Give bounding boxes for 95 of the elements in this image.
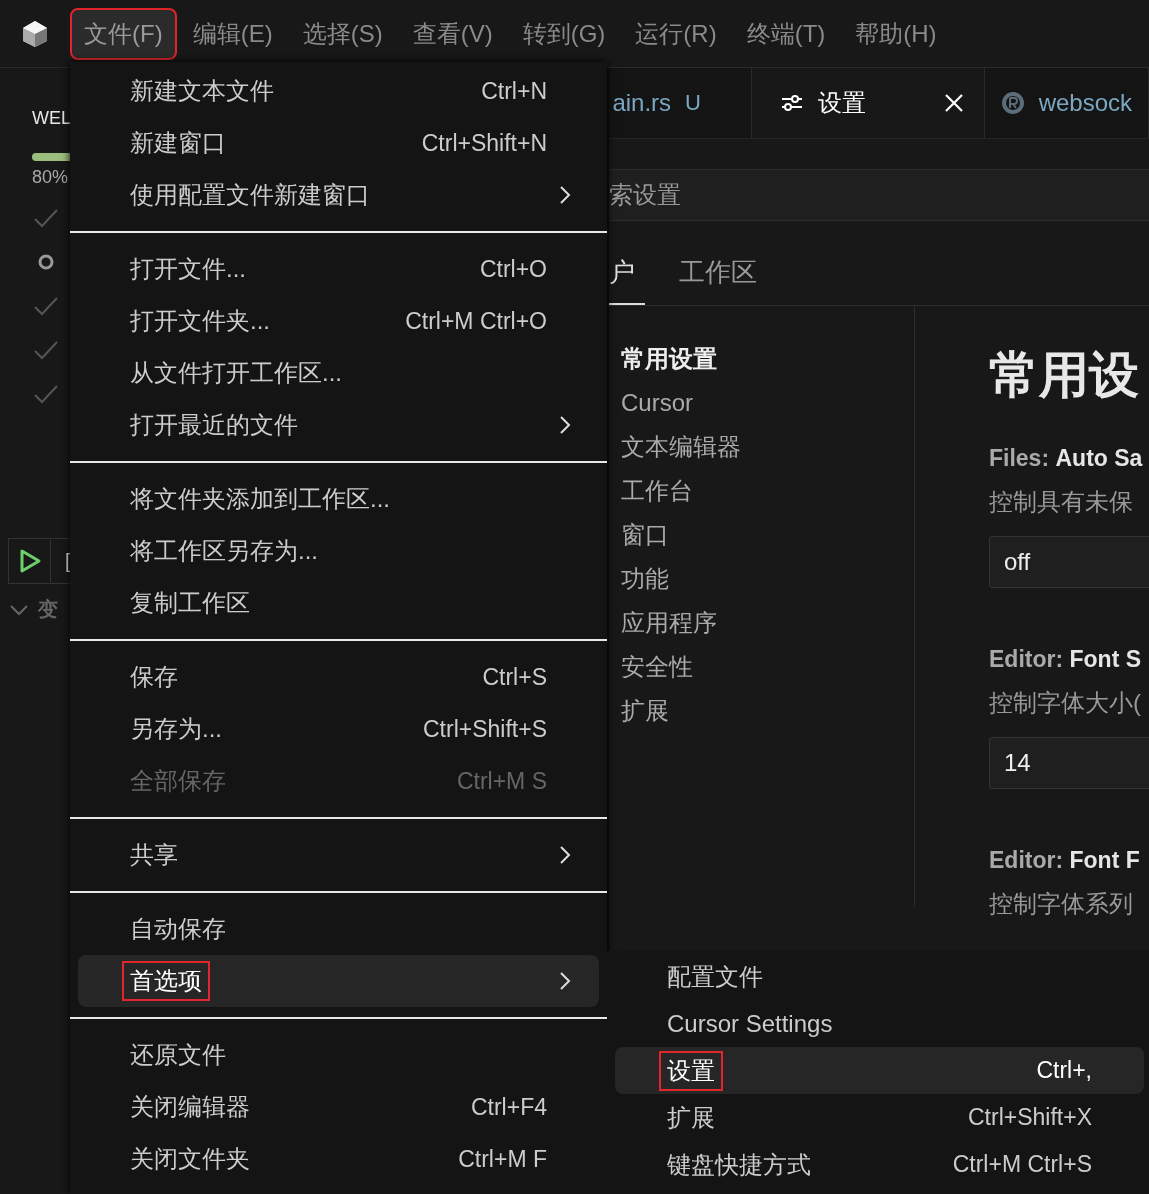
setting-input[interactable]: 14	[989, 737, 1149, 789]
menu-item[interactable]: 共享	[78, 829, 599, 881]
menu-item[interactable]: 自动保存	[78, 903, 599, 955]
shortcut-label: Ctrl+O	[479, 255, 547, 283]
menu-item-label: 打开文件夹...	[129, 306, 271, 336]
shortcut-label: Ctrl+Shift+N	[421, 129, 547, 157]
setting-title: Files: Auto Sa	[989, 445, 1143, 472]
menu-item-label: 键盘快捷方式	[666, 1149, 812, 1180]
menu-item-label: 打开文件...	[129, 254, 247, 284]
menu-item[interactable]: 键盘快捷方式 Ctrl+M Ctrl+S	[615, 1141, 1144, 1188]
setting-description: 控制字体系列	[989, 889, 1133, 919]
menu-item[interactable]: 扩展 Ctrl+Shift+X	[615, 1094, 1144, 1141]
menu-item-label: 自动保存	[129, 914, 227, 944]
progress-reading: 80%	[32, 167, 69, 188]
menu-item[interactable]: 另存为... Ctrl+Shift+S	[78, 703, 599, 755]
menu-bar-item[interactable]: 选择(S)	[290, 9, 395, 58]
scope-tab[interactable]: 工作区	[679, 241, 767, 305]
editor-tab[interactable]: 设置	[752, 68, 985, 138]
settings-nav-item[interactable]: 应用程序	[621, 606, 914, 640]
menu-item-label: 另存为...	[129, 714, 223, 744]
menu-item[interactable]: 打开最近的文件	[78, 399, 599, 451]
gear-letter-icon	[1000, 91, 1025, 115]
menu-item-label: 配置文件	[666, 961, 764, 992]
settings-nav-item[interactable]: 安全性	[621, 650, 914, 684]
menu-bar-item[interactable]: 帮助(H)	[843, 9, 949, 58]
menu-item-label: 扩展	[666, 1102, 716, 1133]
menu-item-label: 复制工作区	[129, 588, 251, 618]
menu-item-label: 使用配置文件新建窗口	[129, 180, 371, 210]
search-field[interactable]: 索设置	[609, 169, 1149, 221]
menu-item-label: 从文件打开工作区...	[129, 358, 343, 388]
setting-title: Editor: Font S	[989, 646, 1142, 673]
menu-bar-item[interactable]: 文件(F)	[72, 9, 175, 58]
setting-description: 控制具有未保	[989, 487, 1133, 517]
menu-item-label: 全部保存	[129, 766, 227, 796]
menu-item[interactable]: 从文件打开工作区...	[78, 347, 599, 399]
menu-item[interactable]: 关闭编辑器 Ctrl+F4	[78, 1081, 599, 1133]
shortcut-label: Ctrl+Shift+S	[423, 715, 547, 743]
menu-item[interactable]: 将工作区另存为...	[78, 525, 599, 577]
menu-item-label: 设置	[661, 1052, 721, 1089]
settings-nav-item[interactable]: 常用设置	[621, 342, 914, 376]
settings-nav-item[interactable]: 功能	[621, 562, 914, 596]
menu-item[interactable]: 首选项	[78, 955, 599, 1007]
menu-item-label: 首选项	[124, 963, 208, 999]
menu-bar-item[interactable]: 终端(T)	[734, 9, 838, 58]
menu-item-label: 新建窗口	[129, 128, 227, 158]
menu-item-label: 保存	[129, 662, 179, 692]
settings-nav-item[interactable]: 扩展	[621, 694, 914, 728]
menu-item-label: 还原文件	[129, 1040, 227, 1070]
menu-item[interactable]: 保存 Ctrl+S	[78, 651, 599, 703]
settings-nav-item[interactable]: Cursor	[621, 386, 914, 420]
menu-item-label: 将文件夹添加到工作区...	[129, 484, 391, 514]
menu-item[interactable]: 配置文件	[615, 953, 1144, 1000]
menu-bar-item[interactable]: 编辑(E)	[180, 9, 285, 58]
untracked-label: U	[685, 90, 701, 116]
menu-item[interactable]: 新建文本文件 Ctrl+N	[78, 65, 599, 117]
shortcut-label: Ctrl+,	[1036, 1057, 1092, 1084]
section-title: WEL	[32, 108, 71, 129]
menu-item[interactable]: Cursor Settings	[615, 1000, 1144, 1047]
menu-item-label: 打开最近的文件	[129, 410, 299, 440]
shortcut-label: Ctrl+F4	[470, 1093, 547, 1121]
menu-item-label: Cursor Settings	[666, 1008, 834, 1039]
menu-item-label: 关闭编辑器	[129, 1092, 251, 1122]
menu-item-label: 新建文本文件	[129, 76, 275, 106]
menu-item[interactable]: 使用配置文件新建窗口	[78, 169, 599, 221]
shortcut-label: Ctrl+M F	[458, 1145, 547, 1173]
menu-bar-item[interactable]: 转到(G)	[510, 9, 618, 58]
menu-item[interactable]: 还原文件	[78, 1029, 599, 1081]
menu-item-label: 共享	[129, 840, 179, 870]
menu-item[interactable]: 设置 Ctrl+,	[615, 1047, 1144, 1094]
menu-item[interactable]: 复制工作区	[78, 577, 599, 629]
menu-item[interactable]: 打开文件... Ctrl+O	[78, 243, 599, 295]
menu-item[interactable]: 将文件夹添加到工作区...	[78, 473, 599, 525]
menu-bar-item[interactable]: 查看(V)	[400, 9, 505, 58]
menu-item-label: 将工作区另存为...	[129, 536, 319, 566]
scope-tab[interactable]: 户	[609, 241, 645, 305]
setting-title: Editor: Font F	[989, 847, 1140, 874]
setting-description: 控制字体大小(	[989, 688, 1141, 718]
settings-nav-item[interactable]: 窗口	[621, 518, 914, 552]
cube-logo-icon	[20, 18, 50, 49]
run-config-label: [	[65, 549, 71, 573]
settings-nav-item[interactable]: 工作台	[621, 474, 914, 508]
shortcut-label: Ctrl+Shift+X	[968, 1104, 1092, 1131]
shortcut-label: Ctrl+S	[482, 663, 547, 691]
settings-nav-item[interactable]: 文本编辑器	[621, 430, 914, 464]
shortcut-label: Ctrl+M S	[456, 767, 547, 795]
shortcut-label: Ctrl+M Ctrl+O	[405, 307, 547, 335]
menu-item[interactable]: 打开文件夹... Ctrl+M Ctrl+O	[78, 295, 599, 347]
shortcut-label: Ctrl+N	[481, 77, 547, 105]
menu-bar-item[interactable]: 运行(R)	[623, 9, 729, 58]
setting-input[interactable]: off	[989, 536, 1149, 588]
settings-heading: 常用设	[989, 346, 1139, 405]
shortcut-label: Ctrl+M Ctrl+S	[952, 1151, 1092, 1178]
menu-item[interactable]: 新建窗口 Ctrl+Shift+N	[78, 117, 599, 169]
menu-item-label: 关闭文件夹	[129, 1144, 251, 1174]
menu-item[interactable]: 关闭文件夹 Ctrl+M F	[78, 1133, 599, 1185]
